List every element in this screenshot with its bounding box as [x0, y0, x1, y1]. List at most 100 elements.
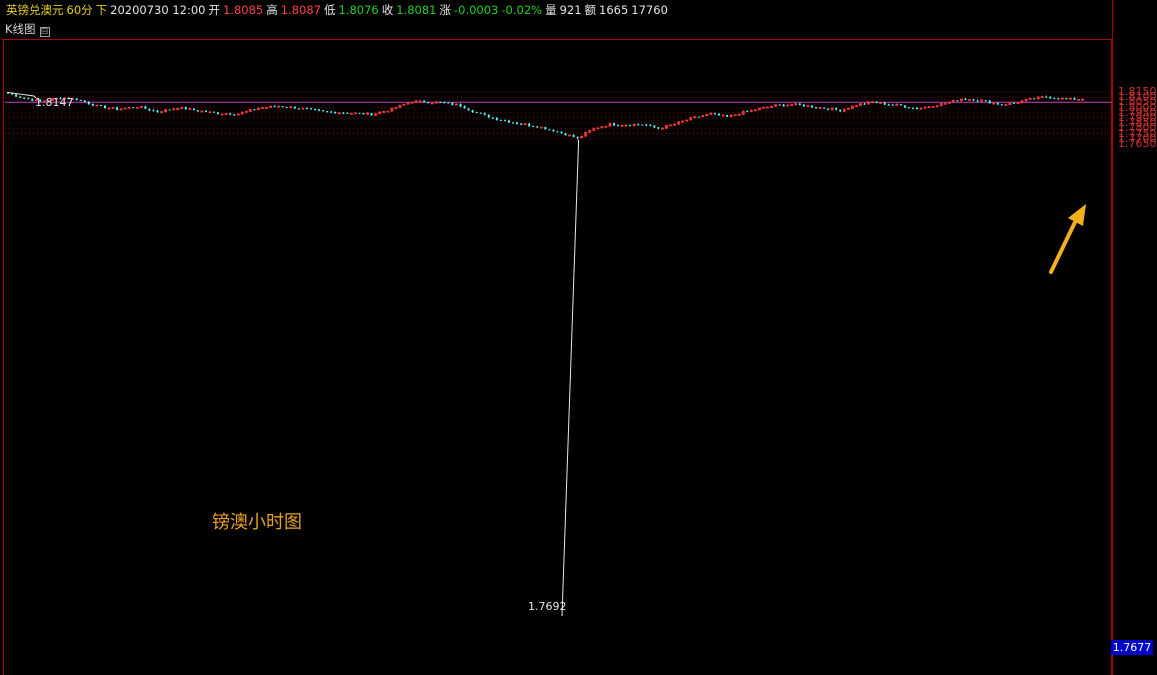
candle-body-down — [83, 100, 86, 103]
candle-body-down — [23, 97, 26, 99]
candle-body-down — [491, 117, 494, 119]
candle-body-down — [899, 104, 902, 106]
candle-body-down — [196, 110, 199, 112]
candle-body-down — [839, 109, 842, 112]
candle-body-down — [560, 131, 563, 134]
candle-body-down — [649, 125, 652, 127]
candle-body-down — [827, 108, 830, 110]
candle-body-down — [512, 122, 514, 124]
candle-body-down — [459, 104, 462, 107]
candle-body-down — [168, 109, 171, 111]
candle-body-down — [746, 111, 749, 113]
candle-body-down — [148, 108, 151, 111]
candle-body-down — [916, 107, 918, 110]
candle-body-down — [75, 98, 78, 101]
candle-body-down — [91, 104, 94, 106]
candle-body-down — [544, 127, 547, 130]
candle-body-down — [451, 102, 454, 105]
candle-body-down — [427, 102, 430, 104]
candle-body-down — [984, 100, 987, 102]
candle-body-down — [79, 100, 82, 102]
candle-body-down — [156, 110, 159, 113]
candle-body-down — [520, 123, 523, 125]
candle-body-down — [988, 100, 991, 104]
candle-body-down — [835, 108, 838, 110]
candle-body-down — [532, 125, 535, 127]
candle-body-down — [641, 124, 644, 126]
candle-body-down — [463, 106, 466, 109]
candle-body-up — [208, 111, 212, 114]
candle-body-down — [103, 105, 106, 109]
candle-body-down — [528, 123, 531, 126]
candle-body-down — [782, 104, 785, 107]
candle-body-down — [322, 110, 325, 112]
candle-body-down — [152, 110, 155, 112]
candle-body-down — [184, 107, 187, 110]
candle-body-down — [495, 118, 498, 120]
candle-body-down — [1012, 102, 1015, 104]
candle-body-down — [516, 122, 519, 124]
candle-body-down — [653, 125, 656, 128]
candle-body-down — [19, 96, 22, 98]
candle-body-down — [629, 125, 632, 127]
candle-body-down — [576, 137, 579, 139]
candle-body-down — [815, 107, 817, 109]
candle-body-up — [661, 127, 664, 130]
candle-body-down — [281, 106, 284, 108]
candle-body-down — [503, 120, 506, 122]
candle-body-down — [887, 104, 890, 106]
candle-body-down — [613, 123, 615, 126]
candle-body-down — [617, 125, 620, 127]
candle-body-down — [314, 108, 317, 110]
candle-body-down — [204, 111, 207, 113]
chart-annotation: 镑澳小时图 — [212, 512, 302, 533]
candle-body-down — [536, 126, 539, 128]
candle-body-up — [220, 113, 224, 116]
candle-body-down — [310, 108, 312, 110]
candle-body-down — [903, 105, 906, 108]
candle-body-down — [1073, 98, 1076, 100]
candle-body-down — [956, 100, 959, 102]
candle-body-down — [233, 114, 236, 116]
candle-body-down — [217, 112, 220, 115]
candle-body-down — [87, 102, 90, 105]
candle-body-up — [418, 100, 422, 103]
candle-body-down — [326, 111, 329, 113]
candle-body-down — [330, 111, 333, 113]
candle-body-down — [907, 107, 910, 109]
candle-body-down — [883, 102, 886, 105]
candle-body-down — [911, 107, 914, 109]
candle-body-down — [213, 111, 216, 113]
candle-body-down — [285, 106, 288, 108]
candle-body-down — [15, 94, 18, 97]
low-marker-line — [561, 139, 580, 617]
candle-body-down — [891, 104, 894, 106]
candle-body-down — [1000, 104, 1003, 106]
candle-body-up — [943, 102, 947, 105]
candle-body-down — [305, 108, 308, 110]
candle-body-down — [637, 124, 640, 126]
candle-body-down — [572, 134, 575, 138]
candle-body-down — [467, 108, 470, 111]
candle-body-up — [386, 110, 390, 113]
candle-body-down — [996, 103, 999, 105]
candle-body-down — [1065, 98, 1068, 100]
candle-body-down — [1033, 98, 1036, 100]
candle-body-down — [972, 99, 975, 101]
candle-body-down — [487, 114, 490, 118]
candle-body-down — [439, 101, 442, 103]
candle-body-down — [479, 112, 482, 114]
candle-body-down — [318, 109, 321, 111]
candle-body-down — [499, 119, 502, 121]
candle-body-down — [273, 106, 276, 108]
candle-body-down — [31, 98, 34, 101]
candle-body-down — [875, 101, 878, 103]
candle-body-down — [810, 105, 813, 108]
high-marker-label: 1.8147 — [35, 96, 74, 109]
candle-body-down — [645, 124, 648, 126]
candle-body-down — [229, 113, 232, 115]
candle-body-down — [443, 102, 446, 104]
kline-chart[interactable] — [0, 0, 1157, 675]
candle-body-down — [863, 103, 866, 105]
candle-body-down — [423, 100, 426, 103]
